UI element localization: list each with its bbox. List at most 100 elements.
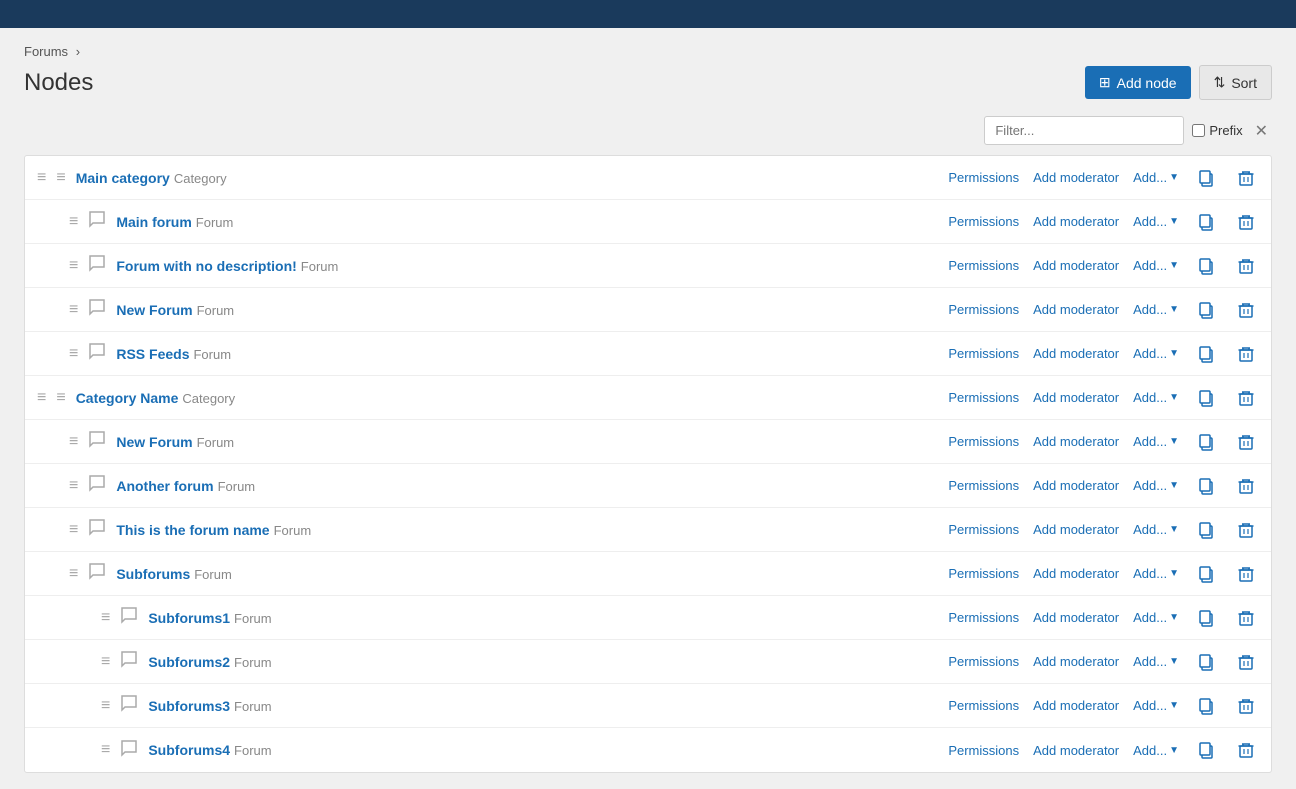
prefix-checkbox-label[interactable]: Prefix (1192, 123, 1242, 138)
add-link[interactable]: Add... (1133, 566, 1167, 581)
add-dropdown[interactable]: Add...▼ (1133, 390, 1179, 405)
permissions-link[interactable]: Permissions (948, 302, 1019, 317)
add-moderator-link[interactable]: Add moderator (1033, 522, 1119, 537)
filter-input[interactable] (984, 116, 1184, 145)
copy-button[interactable] (1193, 519, 1219, 541)
drag-handle-icon[interactable]: ≡ (69, 477, 78, 495)
delete-button[interactable] (1233, 607, 1259, 629)
filter-close-button[interactable]: ✕ (1251, 119, 1272, 143)
drag-handle-icon[interactable]: ≡ (69, 213, 78, 231)
add-link[interactable]: Add... (1133, 478, 1167, 493)
add-moderator-link[interactable]: Add moderator (1033, 390, 1119, 405)
delete-button[interactable] (1233, 475, 1259, 497)
add-moderator-link[interactable]: Add moderator (1033, 302, 1119, 317)
delete-button[interactable] (1233, 387, 1259, 409)
drag-handle-icon[interactable]: ≡ (37, 389, 46, 407)
drag-handle-icon[interactable]: ≡ (101, 653, 110, 671)
add-moderator-link[interactable]: Add moderator (1033, 610, 1119, 625)
drag-handle-icon[interactable]: ≡ (101, 697, 110, 715)
copy-button[interactable] (1193, 343, 1219, 365)
copy-button[interactable] (1193, 299, 1219, 321)
permissions-link[interactable]: Permissions (948, 698, 1019, 713)
permissions-link[interactable]: Permissions (948, 170, 1019, 185)
copy-button[interactable] (1193, 739, 1219, 761)
node-name[interactable]: Category Name (76, 390, 179, 406)
prefix-checkbox[interactable] (1192, 124, 1205, 137)
add-dropdown[interactable]: Add...▼ (1133, 170, 1179, 185)
node-name[interactable]: Main forum (116, 214, 191, 230)
node-name[interactable]: Subforums2 (148, 654, 230, 670)
delete-button[interactable] (1233, 299, 1259, 321)
breadcrumb-parent[interactable]: Forums (24, 44, 68, 59)
delete-button[interactable] (1233, 695, 1259, 717)
delete-button[interactable] (1233, 211, 1259, 233)
copy-button[interactable] (1193, 607, 1219, 629)
copy-button[interactable] (1193, 255, 1219, 277)
add-link[interactable]: Add... (1133, 170, 1167, 185)
add-link[interactable]: Add... (1133, 522, 1167, 537)
add-moderator-link[interactable]: Add moderator (1033, 346, 1119, 361)
add-link[interactable]: Add... (1133, 698, 1167, 713)
add-link[interactable]: Add... (1133, 390, 1167, 405)
add-link[interactable]: Add... (1133, 743, 1167, 758)
add-moderator-link[interactable]: Add moderator (1033, 743, 1119, 758)
permissions-link[interactable]: Permissions (948, 743, 1019, 758)
add-node-button[interactable]: ⊞ Add node (1085, 66, 1191, 99)
copy-button[interactable] (1193, 475, 1219, 497)
node-name[interactable]: Forum with no description! (116, 258, 296, 274)
delete-button[interactable] (1233, 167, 1259, 189)
add-dropdown[interactable]: Add...▼ (1133, 654, 1179, 669)
permissions-link[interactable]: Permissions (948, 258, 1019, 273)
add-link[interactable]: Add... (1133, 346, 1167, 361)
add-link[interactable]: Add... (1133, 302, 1167, 317)
node-name[interactable]: New Forum (116, 434, 192, 450)
permissions-link[interactable]: Permissions (948, 390, 1019, 405)
add-moderator-link[interactable]: Add moderator (1033, 566, 1119, 581)
copy-button[interactable] (1193, 651, 1219, 673)
drag-handle-icon[interactable]: ≡ (101, 741, 110, 759)
node-name[interactable]: Subforums4 (148, 742, 230, 758)
add-moderator-link[interactable]: Add moderator (1033, 434, 1119, 449)
delete-button[interactable] (1233, 519, 1259, 541)
node-name[interactable]: RSS Feeds (116, 346, 189, 362)
add-dropdown[interactable]: Add...▼ (1133, 522, 1179, 537)
add-link[interactable]: Add... (1133, 610, 1167, 625)
add-moderator-link[interactable]: Add moderator (1033, 478, 1119, 493)
node-name[interactable]: Another forum (116, 478, 213, 494)
add-link[interactable]: Add... (1133, 258, 1167, 273)
node-name[interactable]: Subforums3 (148, 698, 230, 714)
permissions-link[interactable]: Permissions (948, 522, 1019, 537)
add-dropdown[interactable]: Add...▼ (1133, 258, 1179, 273)
add-link[interactable]: Add... (1133, 214, 1167, 229)
copy-button[interactable] (1193, 211, 1219, 233)
permissions-link[interactable]: Permissions (948, 566, 1019, 581)
node-name[interactable]: New Forum (116, 302, 192, 318)
delete-button[interactable] (1233, 343, 1259, 365)
add-link[interactable]: Add... (1133, 654, 1167, 669)
permissions-link[interactable]: Permissions (948, 214, 1019, 229)
delete-button[interactable] (1233, 563, 1259, 585)
node-name[interactable]: Subforums (116, 566, 190, 582)
drag-handle-icon[interactable]: ≡ (69, 521, 78, 539)
add-moderator-link[interactable]: Add moderator (1033, 170, 1119, 185)
add-dropdown[interactable]: Add...▼ (1133, 346, 1179, 361)
add-dropdown[interactable]: Add...▼ (1133, 566, 1179, 581)
drag-handle-icon[interactable]: ≡ (69, 257, 78, 275)
drag-handle-icon[interactable]: ≡ (69, 345, 78, 363)
copy-button[interactable] (1193, 431, 1219, 453)
node-name[interactable]: This is the forum name (116, 522, 269, 538)
add-dropdown[interactable]: Add...▼ (1133, 698, 1179, 713)
drag-handle-icon[interactable]: ≡ (101, 609, 110, 627)
delete-button[interactable] (1233, 739, 1259, 761)
drag-handle-icon[interactable]: ≡ (69, 301, 78, 319)
permissions-link[interactable]: Permissions (948, 346, 1019, 361)
add-link[interactable]: Add... (1133, 434, 1167, 449)
copy-button[interactable] (1193, 563, 1219, 585)
add-dropdown[interactable]: Add...▼ (1133, 478, 1179, 493)
permissions-link[interactable]: Permissions (948, 434, 1019, 449)
permissions-link[interactable]: Permissions (948, 478, 1019, 493)
add-dropdown[interactable]: Add...▼ (1133, 434, 1179, 449)
permissions-link[interactable]: Permissions (948, 610, 1019, 625)
permissions-link[interactable]: Permissions (948, 654, 1019, 669)
delete-button[interactable] (1233, 255, 1259, 277)
